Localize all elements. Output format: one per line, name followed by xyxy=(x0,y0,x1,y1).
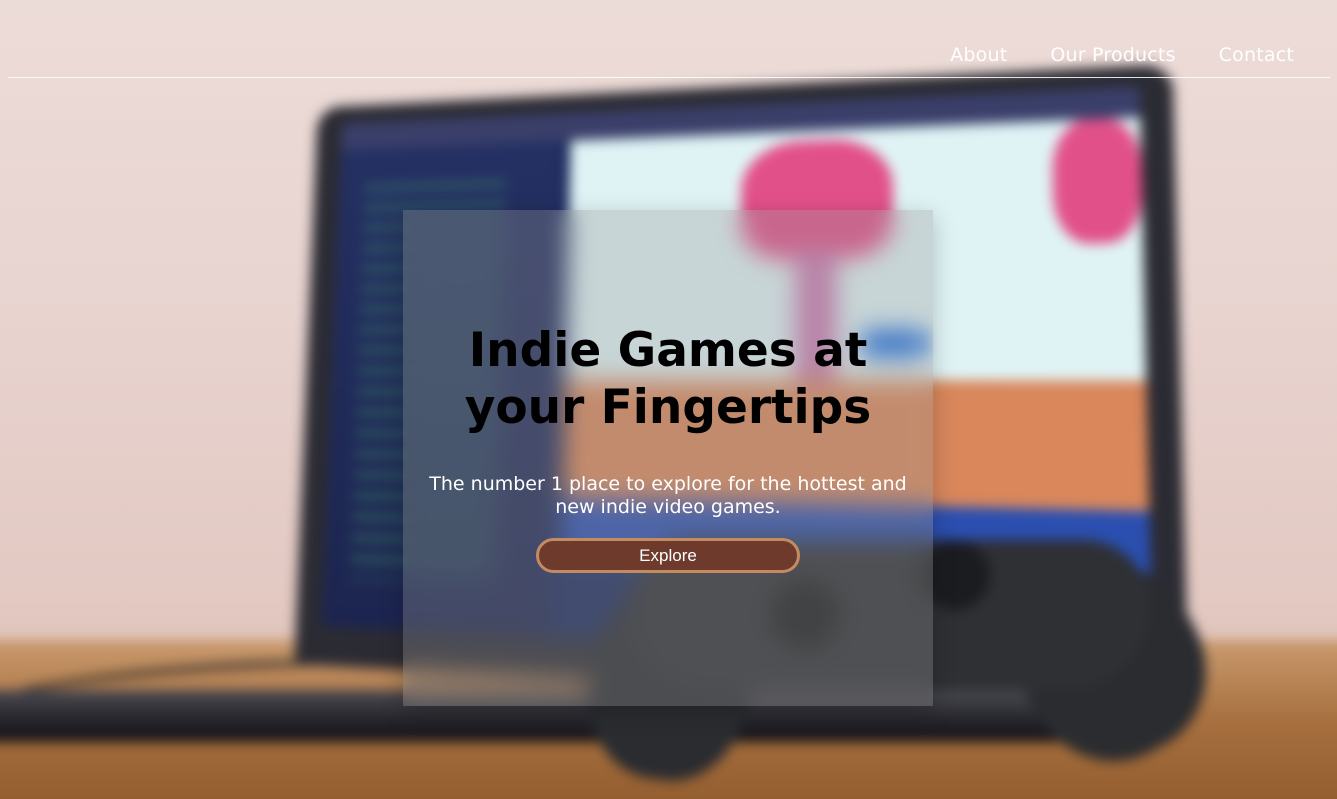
nav-list: About Our Products Contact xyxy=(950,44,1294,66)
nav-link-our-products[interactable]: Our Products xyxy=(1050,44,1175,66)
nav-link-contact[interactable]: Contact xyxy=(1219,44,1294,66)
nav-item-our-products: Our Products xyxy=(1050,44,1175,66)
top-nav: About Our Products Contact xyxy=(8,0,1330,78)
hero-subtitle: The number 1 place to explore for the ho… xyxy=(403,473,933,519)
nav-item-contact: Contact xyxy=(1219,44,1294,66)
hero-title: Indie Games at your Fingertips xyxy=(403,322,933,436)
nav-item-about: About xyxy=(950,44,1007,66)
nav-link-about[interactable]: About xyxy=(950,44,1007,66)
hero-card: Indie Games at your Fingertips The numbe… xyxy=(403,210,933,706)
explore-button[interactable]: Explore xyxy=(536,538,800,573)
